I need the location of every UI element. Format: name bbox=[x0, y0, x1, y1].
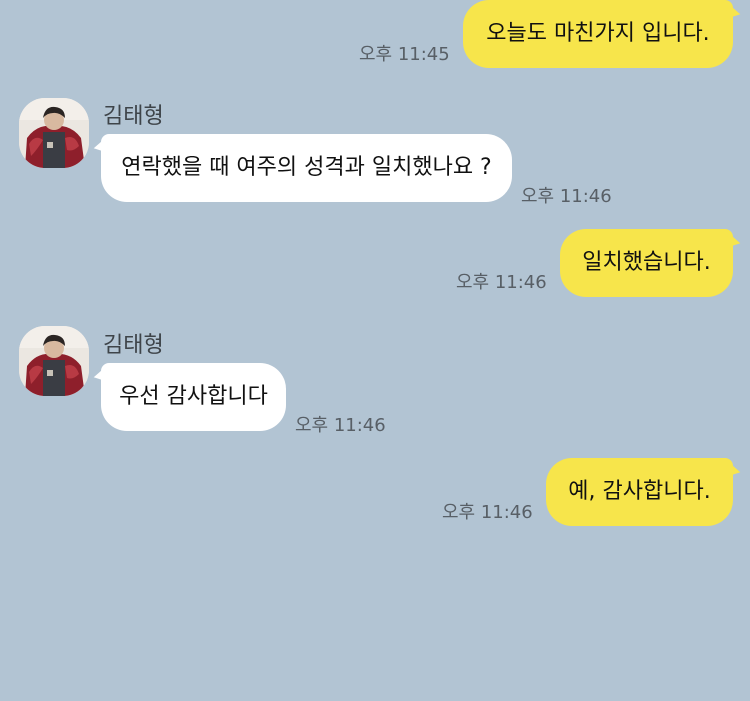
message-time: 오후 11:46 bbox=[521, 186, 612, 207]
profile-avatar[interactable] bbox=[19, 326, 89, 396]
profile-photo-icon bbox=[19, 326, 89, 396]
profile-avatar[interactable] bbox=[19, 98, 89, 168]
message-time: 오후 11:46 bbox=[295, 415, 386, 436]
sender-name: 김태형 bbox=[103, 104, 164, 129]
profile-photo-icon bbox=[19, 98, 89, 168]
sender-name: 김태형 bbox=[103, 333, 164, 358]
chat-area[interactable]: 오후 11:45 오늘도 마친가지 입니다. 김태형 연락했을 때 여주의 성격… bbox=[0, 0, 750, 701]
message-time: 오후 11:46 bbox=[456, 272, 547, 293]
outgoing-message-bubble[interactable]: 예, 감사합니다. bbox=[546, 458, 733, 526]
incoming-message-bubble[interactable]: 연락했을 때 여주의 성격과 일치했나요 ? bbox=[101, 134, 512, 202]
message-time: 오후 11:45 bbox=[359, 44, 450, 65]
message-time: 오후 11:46 bbox=[442, 502, 533, 523]
incoming-message-bubble[interactable]: 우선 감사합니다 bbox=[101, 363, 286, 431]
outgoing-message-bubble[interactable]: 일치했습니다. bbox=[560, 229, 733, 297]
outgoing-message-bubble[interactable]: 오늘도 마친가지 입니다. bbox=[463, 0, 733, 68]
